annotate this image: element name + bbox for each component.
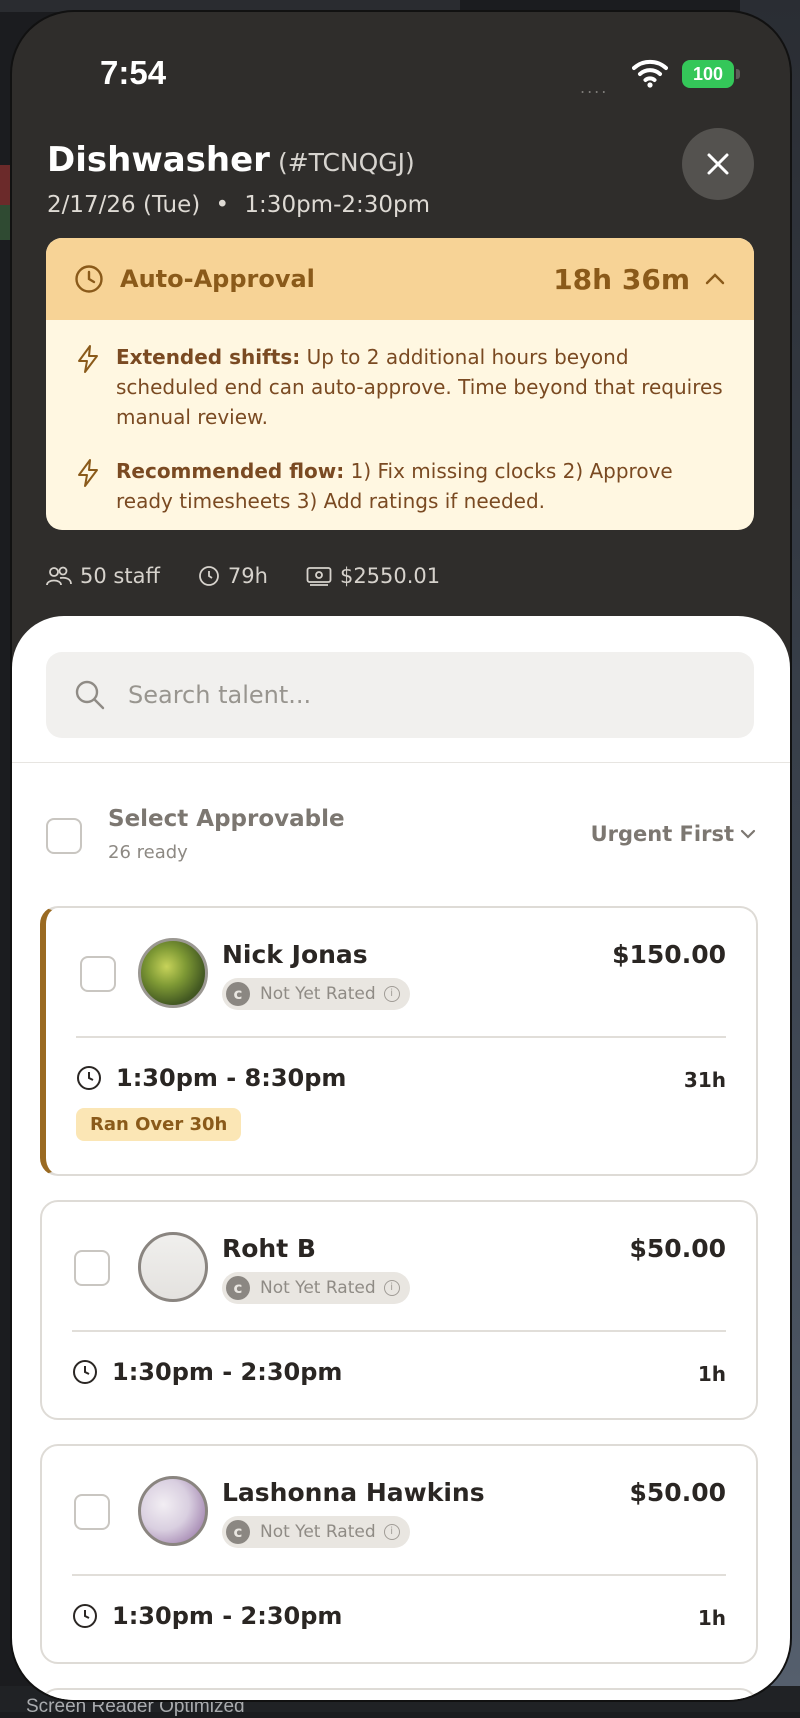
page-title: Dishwasher (#TCNQGJ)	[47, 140, 415, 180]
shift-time-range: 1:30pm-2:30pm	[244, 192, 431, 218]
divider	[12, 762, 790, 763]
phone-screen: 7:54 .... 100 Dishwasher (#TCNQGJ) 2/17/2…	[12, 12, 790, 1700]
auto-approval-panel: Auto-Approval 18h 36m Extended shifts: U…	[46, 238, 754, 530]
talent-card[interactable]: Roht B c Not Yet Rated i $50.00 1:30pm -…	[40, 1200, 758, 1420]
shift-hours: 1h	[697, 1362, 726, 1386]
rating-label: Not Yet Rated	[260, 1278, 376, 1298]
shift-title: Dishwasher	[47, 140, 270, 180]
total-hours: 79h	[227, 564, 268, 588]
separator-dot: •	[215, 192, 230, 218]
talent-card-partial[interactable]	[40, 1688, 758, 1700]
wifi-icon	[632, 59, 668, 88]
talent-checkbox[interactable]	[74, 1494, 110, 1530]
card-divider	[72, 1330, 726, 1332]
talent-name: Roht B	[222, 1234, 316, 1263]
status-time: 7:54	[100, 54, 167, 91]
overtime-badge: Ran Over 30h	[76, 1108, 242, 1141]
background-window-strip	[0, 0, 460, 12]
auto-approval-header[interactable]: Auto-Approval 18h 36m	[46, 238, 754, 320]
auto-approval-label: Auto-Approval	[120, 265, 315, 293]
total-cost: $2550.01	[339, 564, 441, 588]
card-divider	[76, 1036, 726, 1038]
clock-icon	[75, 265, 103, 293]
avatar	[138, 938, 208, 1008]
rating-badge: c Not Yet Rated i	[222, 978, 410, 1010]
ready-count: 26 ready	[108, 842, 188, 863]
clock-icon	[199, 566, 219, 586]
rating-badge: c Not Yet Rated i	[222, 1516, 410, 1548]
select-approvable-label: Select Approvable	[108, 806, 345, 832]
talent-checkbox[interactable]	[74, 1250, 110, 1286]
info-icon[interactable]: i	[383, 1280, 400, 1296]
lightning-icon	[78, 345, 98, 373]
shift-hours: 1h	[697, 1606, 726, 1630]
chevron-down-icon	[740, 829, 756, 839]
close-button[interactable]	[682, 128, 754, 200]
rating-label: Not Yet Rated	[260, 1522, 376, 1542]
shift-stats: 50 staff 79h $2550.01	[46, 564, 478, 588]
talent-checkbox[interactable]	[80, 956, 116, 992]
note-recommended-flow: Recommended flow: 1) Fix missing clocks …	[74, 456, 726, 516]
people-icon	[46, 566, 72, 586]
talent-card[interactable]: Nick Jonas c Not Yet Rated i $150.00 1:3…	[40, 906, 758, 1176]
card-divider	[72, 1574, 726, 1576]
battery-tip	[736, 69, 740, 79]
stat-hours: 79h	[198, 564, 268, 588]
sort-label: Urgent First	[590, 822, 734, 846]
clock-icon	[77, 1066, 101, 1090]
rating-icon: c	[226, 1276, 250, 1300]
stat-staff: 50 staff	[46, 564, 160, 588]
select-all-checkbox[interactable]	[46, 818, 82, 854]
avatar	[138, 1476, 208, 1546]
rating-icon: c	[226, 982, 250, 1006]
time-range: 1:30pm - 2:30pm	[112, 1358, 343, 1386]
battery-indicator: 100	[682, 60, 734, 88]
note-title: Recommended flow:	[116, 459, 345, 483]
shift-datetime: 2/17/26 (Tue) • 1:30pm-2:30pm	[47, 192, 430, 218]
shift-time: 1:30pm - 2:30pm	[72, 1358, 342, 1386]
chevron-up-icon[interactable]	[704, 272, 726, 286]
search-placeholder: Search talent...	[128, 681, 312, 709]
talent-sheet: Search talent... Select Approvable 26 re…	[12, 616, 790, 1700]
talent-amount: $50.00	[629, 1234, 726, 1263]
auto-approval-notes: Extended shifts: Up to 2 additional hour…	[46, 320, 754, 516]
money-icon	[306, 567, 332, 586]
sort-dropdown[interactable]: Urgent First	[591, 822, 756, 846]
clock-icon	[73, 1604, 97, 1628]
close-icon	[707, 153, 729, 175]
talent-amount: $50.00	[629, 1478, 726, 1507]
select-approvable-row: Select Approvable 26 ready Urgent First	[46, 806, 764, 866]
clock-icon	[73, 1360, 97, 1384]
staff-count: 50 staff	[80, 564, 160, 588]
shift-time: 1:30pm - 8:30pm	[76, 1064, 346, 1092]
auto-approval-timer: 18h 36m	[553, 262, 690, 296]
shift-hours: 31h	[683, 1068, 726, 1092]
note-title: Extended shifts:	[116, 345, 301, 369]
info-icon[interactable]: i	[383, 986, 400, 1002]
shift-code: (#TCNQGJ)	[277, 148, 415, 177]
time-range: 1:30pm - 8:30pm	[116, 1064, 347, 1092]
shift-date: 2/17/26 (Tue)	[47, 192, 201, 218]
rating-badge: c Not Yet Rated i	[222, 1272, 410, 1304]
talent-amount: $150.00	[612, 940, 726, 969]
talent-name: Nick Jonas	[222, 940, 368, 969]
rating-icon: c	[226, 1520, 250, 1544]
rating-label: Not Yet Rated	[260, 984, 376, 1004]
talent-name: Lashonna Hawkins	[222, 1478, 485, 1507]
time-range: 1:30pm - 2:30pm	[112, 1602, 343, 1630]
shift-time: 1:30pm - 2:30pm	[72, 1602, 342, 1630]
note-extended-shifts: Extended shifts: Up to 2 additional hour…	[74, 342, 726, 432]
search-icon	[75, 680, 105, 710]
cellular-signal-icon: ....	[580, 78, 609, 97]
lightning-icon	[78, 459, 98, 487]
search-input[interactable]: Search talent...	[46, 652, 754, 738]
background-fragment	[0, 165, 12, 205]
avatar	[138, 1232, 208, 1302]
talent-card[interactable]: Lashonna Hawkins c Not Yet Rated i $50.0…	[40, 1444, 758, 1664]
info-icon[interactable]: i	[383, 1524, 400, 1540]
stat-cost: $2550.01	[306, 564, 440, 588]
background-fragment	[0, 205, 12, 240]
